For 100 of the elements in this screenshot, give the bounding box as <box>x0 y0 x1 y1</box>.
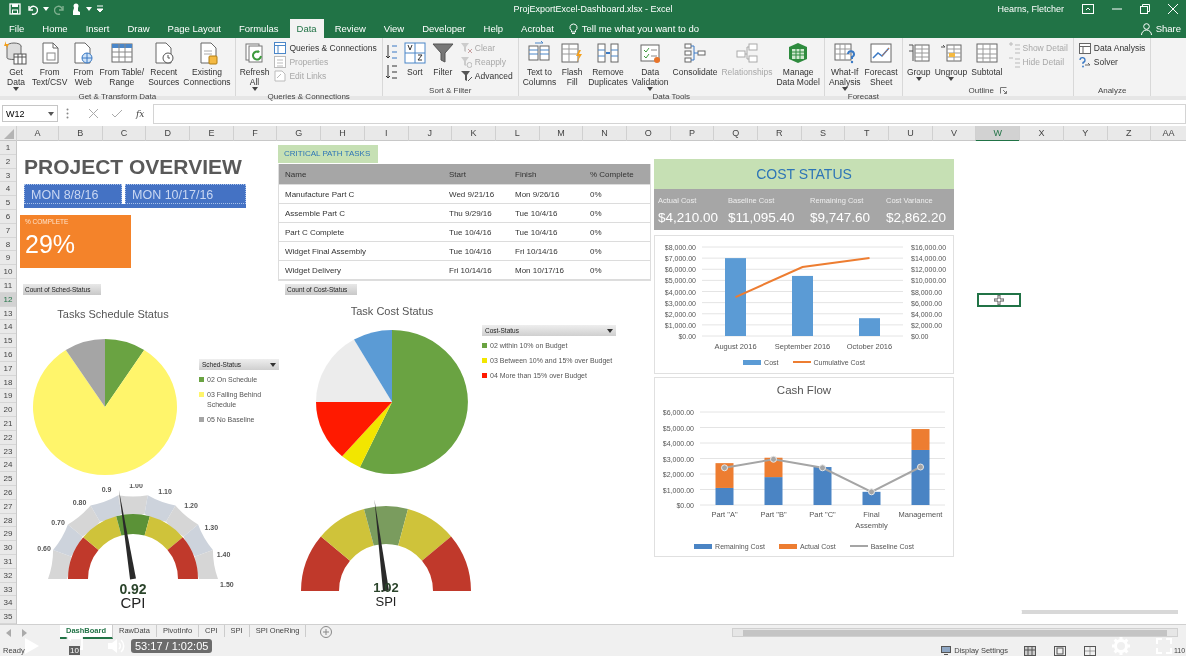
row-header[interactable]: 4 <box>0 182 16 197</box>
ribbon-button[interactable]: Solver <box>1078 55 1146 68</box>
sort-ascending-icon[interactable] <box>385 44 400 60</box>
ribbon-button[interactable]: Subtotal <box>970 40 1004 78</box>
row-header[interactable]: 11 <box>0 278 16 293</box>
row-header[interactable]: 2 <box>0 154 16 169</box>
ribbon-button[interactable]: Flash Fill <box>559 40 586 88</box>
row-header[interactable]: 5 <box>0 196 16 210</box>
row-header[interactable]: 29 <box>0 527 16 542</box>
share-button[interactable]: Share <box>1140 19 1186 38</box>
save-icon[interactable] <box>9 2 21 15</box>
row-header[interactable]: 22 <box>0 430 16 445</box>
row-header[interactable]: 7 <box>0 223 16 238</box>
ribbon-button[interactable]: Recent Sources <box>147 40 181 88</box>
add-sheet-icon[interactable] <box>320 626 333 638</box>
row-header[interactable]: 28 <box>0 513 16 528</box>
ribbon-button[interactable]: From Web <box>70 40 97 88</box>
ribbon-button[interactable]: Group <box>905 40 932 82</box>
replay-button[interactable]: 10 <box>65 636 85 656</box>
row-header[interactable]: 20 <box>0 403 16 417</box>
row-header[interactable]: 17 <box>0 361 16 376</box>
row-header[interactable]: 24 <box>0 458 16 473</box>
row-header[interactable]: 13 <box>0 306 16 321</box>
row-header[interactable]: 14 <box>0 320 16 335</box>
table-cell-text: Tue 10/4/16 <box>514 208 559 218</box>
row-header[interactable]: 33 <box>0 582 16 597</box>
ribbon-button[interactable]: Advanced <box>459 69 513 82</box>
row-header[interactable]: 10 <box>0 265 16 279</box>
ribbon-tab[interactable]: Data <box>289 19 324 38</box>
ribbon-button[interactable]: Queries & Connections <box>274 41 377 54</box>
sort-descending-icon[interactable] <box>385 64 400 80</box>
scroll-left-icon[interactable] <box>6 629 12 637</box>
row-header[interactable]: 30 <box>0 541 16 555</box>
row-header[interactable]: 23 <box>0 444 16 459</box>
row-header[interactable]: 25 <box>0 472 16 486</box>
row-header[interactable]: 8 <box>0 237 16 252</box>
tell-me-search[interactable]: Tell me what you want to do <box>568 19 700 38</box>
caret-icon <box>647 87 654 91</box>
row-header[interactable]: 35 <box>0 610 16 624</box>
ribbon-button[interactable]: Forecast Sheet <box>863 40 899 88</box>
row-header[interactable]: 18 <box>0 375 16 390</box>
ribbon-display-icon[interactable] <box>1082 3 1094 14</box>
row-header[interactable]: 9 <box>0 251 16 266</box>
ribbon-button[interactable]: From Table/ Range <box>98 40 146 88</box>
page-layout-view-icon[interactable] <box>1054 645 1066 656</box>
scroll-right-icon[interactable] <box>21 629 27 637</box>
row-header[interactable]: 16 <box>0 347 16 362</box>
row-header[interactable]: 1 <box>0 141 16 155</box>
ribbon-button[interactable]: Data Analysis <box>1078 41 1146 54</box>
ribbon-button[interactable]: From Text/CSV <box>31 40 69 88</box>
ribbon-tab[interactable]: Page Layout <box>160 19 228 38</box>
scrollbar-thumb[interactable] <box>743 629 1167 636</box>
row-header[interactable]: 27 <box>0 499 16 514</box>
enter-icon[interactable] <box>112 109 122 118</box>
row-header[interactable]: 19 <box>0 389 16 404</box>
row-header[interactable]: 21 <box>0 416 16 431</box>
touch-mode-icon[interactable] <box>71 2 81 15</box>
page-break-view-icon[interactable] <box>1084 645 1096 656</box>
row-header[interactable]: 32 <box>0 568 16 583</box>
ribbon-button[interactable]: Filter <box>429 40 456 78</box>
ribbon-tab[interactable]: Draw <box>120 19 157 38</box>
column-header[interactable]: W <box>975 126 1020 142</box>
ribbon-tab[interactable]: Review <box>327 19 373 38</box>
horizontal-scrollbar[interactable] <box>732 628 1178 637</box>
ribbon-tab[interactable]: Formulas <box>231 19 286 38</box>
ribbon-button[interactable]: Remove Duplicates <box>587 40 629 88</box>
ribbon-button[interactable]: Get Data <box>3 40 29 92</box>
ribbon-tab[interactable]: Help <box>476 19 511 38</box>
ribbon-tab[interactable]: File <box>2 19 32 38</box>
ribbon-tab[interactable]: Acrobat <box>514 19 561 38</box>
ribbon-button[interactable]: Sort <box>401 40 428 78</box>
volume-icon[interactable] <box>107 638 125 654</box>
ribbon-button[interactable]: What-If Analysis <box>827 40 862 92</box>
ribbon-button[interactable]: Ungroup <box>933 40 969 82</box>
ribbon-tab[interactable]: Insert <box>78 19 117 38</box>
row-header[interactable]: 6 <box>0 210 16 224</box>
row-header[interactable]: 26 <box>0 485 16 500</box>
ribbon-button[interactable]: Consolidate <box>671 40 719 78</box>
close-icon[interactable] <box>1168 3 1178 14</box>
selected-cell[interactable] <box>976 292 1021 308</box>
dialog-launcher-icon[interactable] <box>999 86 1007 94</box>
name-box[interactable]: W12 <box>2 105 58 122</box>
row-header[interactable]: 31 <box>0 554 16 569</box>
customize-icon[interactable] <box>97 4 103 13</box>
ribbon-button[interactable]: Text to Columns <box>521 40 558 88</box>
ribbon-tab[interactable]: Developer <box>415 19 473 38</box>
ribbon-button[interactable]: Manage Data Model <box>775 40 821 88</box>
row-header[interactable]: 34 <box>0 596 16 611</box>
ribbon-tab[interactable]: Home <box>35 19 75 38</box>
insert-function-button[interactable]: fx <box>136 108 145 119</box>
ribbon-tab[interactable]: View <box>376 19 412 38</box>
ribbon-button[interactable]: Refresh All <box>238 40 271 92</box>
formula-input[interactable] <box>153 103 1186 124</box>
normal-view-icon[interactable] <box>1024 645 1036 656</box>
row-header[interactable]: 3 <box>0 168 16 183</box>
restore-icon[interactable] <box>1140 3 1150 14</box>
row-header[interactable]: 15 <box>0 334 16 348</box>
cancel-icon[interactable] <box>89 109 98 118</box>
ribbon-button[interactable]: Existing Connections <box>182 40 232 88</box>
ribbon-button[interactable]: Data Validation <box>630 40 670 92</box>
